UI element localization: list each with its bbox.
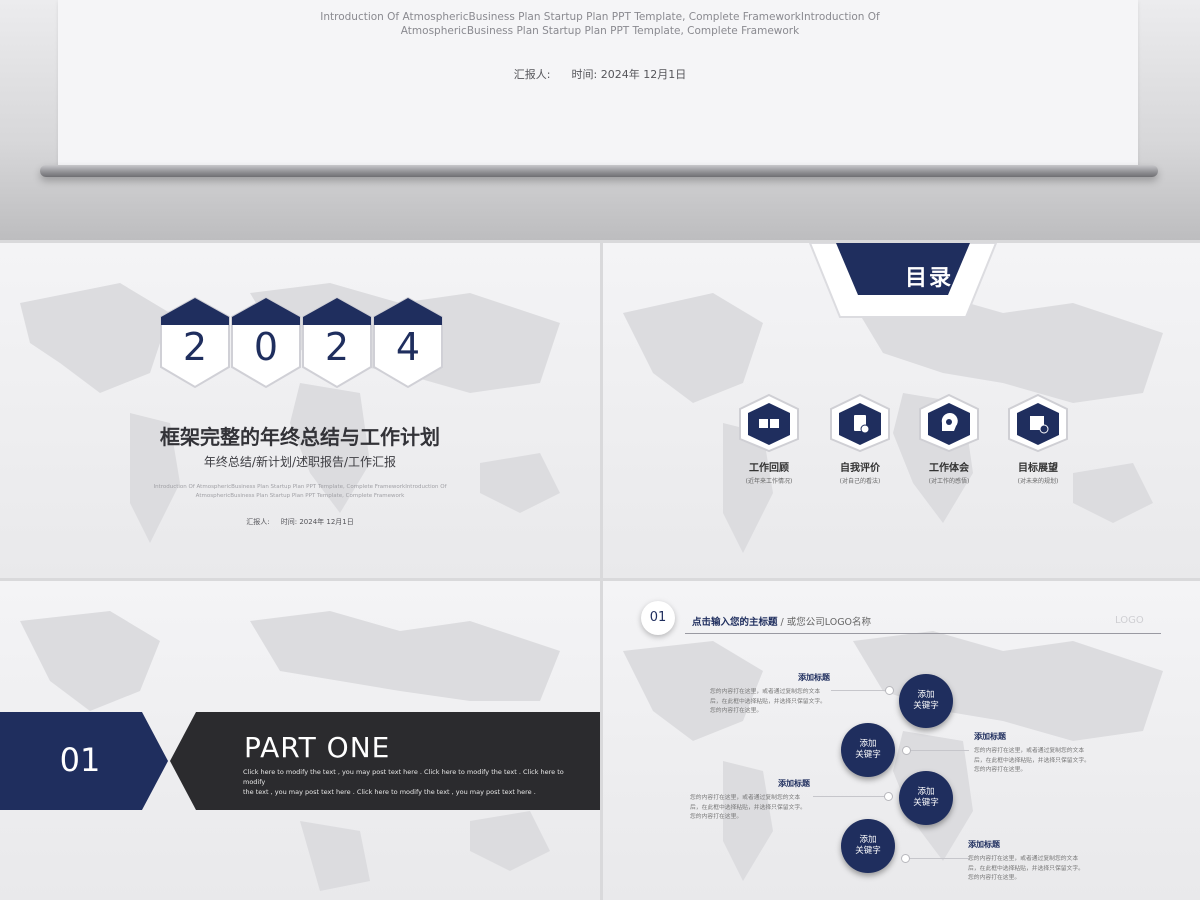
- toc-item-desc: (对自己的看法): [839, 478, 881, 485]
- clipboard-check-icon: [830, 393, 890, 453]
- company-name: 或您公司LOGO名称: [786, 617, 872, 628]
- connector-line: [909, 750, 969, 751]
- toc-item-goal-outlook[interactable]: 目标展望 (对未来的规划): [993, 393, 1083, 485]
- toc-item-label: 自我评价: [840, 463, 880, 474]
- text-block-body: 您的内容打在这里，或者通过复制您的文本后，在此框中选择粘贴，并选择只保留文字。您…: [690, 795, 806, 820]
- time-label: 时间: 2024年 12月1日: [571, 68, 687, 81]
- intro-line-1: Introduction Of AtmosphericBusiness Plan…: [320, 11, 880, 23]
- text-block-body: 您的内容打在这里，或者通过复制您的文本后，在此框中选择粘贴，并选择只保留文字。您…: [710, 689, 826, 714]
- toc-item-desc: (对未来的规划): [1017, 478, 1059, 485]
- time-label: 时间: 2024年 12月1日: [280, 518, 354, 526]
- intro-text: Introduction Of AtmosphericBusiness Plan…: [300, 10, 900, 38]
- toc-item-desc: (近年来工作情况): [745, 478, 793, 485]
- toc-item-desc: (对工作的感悟): [928, 478, 970, 485]
- connector-line: [908, 858, 970, 859]
- year-hexagon: 0: [229, 295, 303, 391]
- part-description: Click here to modify the text , you may …: [243, 767, 583, 797]
- title-separator: /: [777, 617, 787, 628]
- reporter-label: 汇报人:: [246, 518, 270, 526]
- part-number: 01: [59, 741, 101, 779]
- connector-dot: [901, 854, 910, 863]
- keyword-circle: 添加 关键字: [841, 819, 895, 873]
- text-block-title: 添加标题: [798, 673, 830, 682]
- toc-slide: 目录 工作回顾 (近年来工作情况) 自我评价 (对自己的看法) 工作体会 (对工…: [603, 243, 1200, 578]
- toc-heading-shape: [808, 243, 998, 318]
- text-block-title: 添加标题: [778, 779, 810, 788]
- text-block-title: 添加标题: [968, 840, 1000, 849]
- reporter-label: 汇报人:: [513, 68, 551, 81]
- text-block-body: 您的内容打在这里，或者通过复制您的文本后，在此框中选择粘贴，并选择只保留文字。您…: [974, 748, 1090, 773]
- top-banner-slide: Introduction Of AtmosphericBusiness Plan…: [0, 0, 1200, 240]
- year-hexagon: 4: [371, 295, 445, 391]
- part-title: PART ONE: [244, 731, 391, 764]
- keyword-circle: 添加 关键字: [841, 723, 895, 777]
- connector-dot: [902, 746, 911, 755]
- toc-item-work-experience[interactable]: 工作体会 (对工作的感悟): [904, 393, 994, 485]
- toc-item-self-evaluation[interactable]: 自我评价 (对自己的看法): [815, 393, 905, 485]
- text-block-title: 添加标题: [974, 732, 1006, 741]
- logo-placeholder: LOGO: [1115, 615, 1144, 626]
- intro-line-2: AtmosphericBusiness Plan Startup Plan PP…: [400, 25, 800, 37]
- part-desc-line-2: the text , you may post text here . Clic…: [243, 788, 536, 796]
- year-digit: 4: [395, 325, 421, 369]
- content-slide: 01 点击输入您的主标题 / 或您公司LOGO名称 LOGO 添加 关键字 添加关…: [603, 581, 1200, 900]
- cover-meta: 汇报人: 时间: 2024年 12月1日: [0, 517, 600, 527]
- toc-item-work-review[interactable]: 工作回顾 (近年来工作情况): [724, 393, 814, 485]
- cover-slide: 2 0 2 4 框架完整的年终总结与工作计划 年终总结/新计划/述职报告/工作汇…: [0, 243, 600, 578]
- text-block: 添加标题 您的内容打在这里，或者通过复制您的文本后，在此框中选择粘贴，并选择只保…: [690, 778, 810, 823]
- world-map-background: [623, 631, 1163, 881]
- intro-line-1: Introduction Of AtmosphericBusiness Plan…: [153, 484, 447, 490]
- connector-dot: [884, 792, 893, 801]
- report-meta: 汇报人: 时间: 2024年 12月1日: [300, 66, 900, 82]
- screen-bar: [40, 165, 1158, 177]
- text-block: 添加标题 您的内容打在这里，或者通过复制您的文本后，在此框中选择粘贴，并选择只保…: [710, 672, 830, 717]
- year-digit: 2: [182, 325, 208, 369]
- connector-dot: [885, 686, 894, 695]
- world-map-background: [20, 283, 560, 543]
- cover-subtitle: 年终总结/新计划/述职报告/工作汇报: [203, 455, 397, 469]
- part-one-slide: 01 PART ONE Click here to modify the tex…: [0, 581, 600, 900]
- year-digit: 2: [324, 325, 350, 369]
- text-block-body: 您的内容打在这里，或者通过复制您的文本后，在此框中选择粘贴，并选择只保留文字。您…: [968, 856, 1084, 881]
- text-block: 添加标题 您的内容打在这里，或者通过复制您的文本后，在此框中选择粘贴，并选择只保…: [974, 731, 1094, 776]
- calendar-clock-icon: [1008, 393, 1068, 453]
- connector-line: [813, 796, 885, 797]
- toc-item-label: 目标展望: [1018, 463, 1058, 474]
- year-digit: 0: [253, 325, 279, 369]
- intro-line-2: AtmosphericBusiness Plan Startup Plan PP…: [195, 493, 405, 499]
- cover-title: 框架完整的年终总结与工作计划: [160, 425, 440, 449]
- toc-item-label: 工作回顾: [749, 463, 789, 474]
- keyword-circle: 添加 关键字: [899, 674, 953, 728]
- book-icon: [739, 393, 799, 453]
- section-number: 01: [641, 601, 675, 635]
- heading-divider: [685, 633, 1161, 634]
- keyword-circle: 添加 关键字: [899, 771, 953, 825]
- text-block: 添加标题 您的内容打在这里，或者通过复制您的文本后，在此框中选择粘贴，并选择只保…: [968, 839, 1088, 884]
- head-idea-icon: [919, 393, 979, 453]
- part-desc-line-1: Click here to modify the text , you may …: [243, 768, 564, 786]
- cover-intro: Introduction Of AtmosphericBusiness Plan…: [150, 483, 450, 501]
- toc-heading: 目录: [905, 266, 954, 291]
- main-title: 点击输入您的主标题: [692, 617, 778, 628]
- year-hexagon: 2: [158, 295, 232, 391]
- year-hexagon: 2: [300, 295, 374, 391]
- toc-item-label: 工作体会: [929, 463, 969, 474]
- content-heading: 点击输入您的主标题 / 或您公司LOGO名称: [692, 614, 871, 628]
- connector-line: [831, 690, 886, 691]
